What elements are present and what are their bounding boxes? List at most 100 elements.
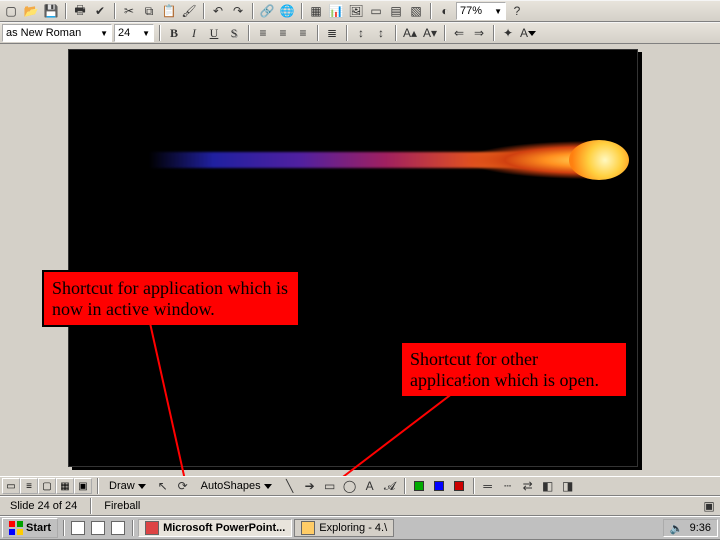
dropdown-arrow-icon: ▼: [494, 7, 502, 16]
drawing-toolbar: ▭ ≡ ▢ ▦ ▣ Draw ↖ ⟳ AutoShapes ╲ ➔ ▭ ◯ A …: [0, 476, 720, 496]
font-color-draw-button[interactable]: [450, 477, 468, 495]
decrease-paragraph-spacing-button[interactable]: ↕: [372, 24, 390, 42]
decrease-font-button[interactable]: A▾: [421, 24, 439, 42]
arrow-tool-button[interactable]: ➔: [301, 477, 319, 495]
slide-view-button[interactable]: ▢: [38, 478, 56, 494]
start-button[interactable]: Start: [2, 518, 58, 538]
increase-paragraph-spacing-button[interactable]: ↕: [352, 24, 370, 42]
dash-style-button[interactable]: ┄: [499, 477, 517, 495]
format-painter-button[interactable]: 🖌: [180, 2, 198, 20]
separator: [97, 478, 98, 494]
align-left-button[interactable]: ≡: [254, 24, 272, 42]
fill-color-button[interactable]: [410, 477, 428, 495]
separator: [430, 3, 431, 19]
align-center-button[interactable]: ≡: [274, 24, 292, 42]
separator: [248, 25, 249, 41]
comet-head: [569, 140, 629, 180]
dropdown-arrow-icon: ▼: [100, 29, 108, 38]
font-color-button[interactable]: A: [519, 24, 537, 42]
increase-font-button[interactable]: A▴: [401, 24, 419, 42]
quicklaunch-outlook-icon[interactable]: [89, 519, 107, 537]
separator: [252, 3, 253, 19]
normal-view-button[interactable]: ▭: [2, 478, 20, 494]
apply-design-button[interactable]: ▧: [407, 2, 425, 20]
status-icon[interactable]: ▣: [700, 497, 718, 515]
bw-view-button[interactable]: ◐: [436, 2, 454, 20]
quicklaunch-desktop-icon[interactable]: [109, 519, 127, 537]
taskbar-app-explorer[interactable]: Exploring - 4.\: [294, 519, 394, 537]
slideshow-view-button[interactable]: ▣: [74, 478, 92, 494]
help-button[interactable]: ?: [508, 2, 526, 20]
insert-chart-button[interactable]: 📊: [327, 2, 345, 20]
separator: [493, 25, 494, 41]
font-color-letter: A: [520, 26, 528, 40]
standard-toolbar: ▢ 📂 💾 🖶 ✔ ✂ ⧉ 📋 🖌 ↶ ↷ 🔗 🌐 ▦ 📊 🖼 ▭ ▤ ▧ ◐ …: [0, 0, 720, 22]
autoshapes-menu[interactable]: AutoShapes: [194, 477, 279, 495]
sorter-view-button[interactable]: ▦: [56, 478, 74, 494]
line-tool-button[interactable]: ╲: [281, 477, 299, 495]
copy-button[interactable]: ⧉: [140, 2, 158, 20]
open-button[interactable]: 📂: [22, 2, 40, 20]
powerpoint-icon: [145, 521, 159, 535]
taskbar-app-explorer-label: Exploring - 4.\: [319, 522, 387, 534]
slide-layout-button[interactable]: ▤: [387, 2, 405, 20]
text-shadow-button[interactable]: S: [225, 24, 243, 42]
bullets-button[interactable]: ≣: [323, 24, 341, 42]
font-color-icon: [454, 481, 464, 491]
slide-canvas[interactable]: [68, 49, 638, 467]
font-name-value: as New Roman: [6, 27, 81, 39]
separator: [132, 520, 133, 536]
line-style-button[interactable]: ═: [479, 477, 497, 495]
separator: [473, 478, 474, 494]
textbox-tool-button[interactable]: A: [361, 477, 379, 495]
insert-hyperlink-button[interactable]: 🔗: [258, 2, 276, 20]
dropdown-arrow-icon: [264, 484, 272, 489]
taskbar-app-powerpoint[interactable]: Microsoft PowerPoint...: [138, 519, 292, 537]
callout-other-app[interactable]: Shortcut for other application which is …: [400, 341, 628, 398]
shadow-button[interactable]: ◧: [539, 477, 557, 495]
status-bar: Slide 24 of 24 Fireball ▣: [0, 496, 720, 516]
italic-button[interactable]: I: [185, 24, 203, 42]
line-color-icon: [434, 481, 444, 491]
tray-volume-icon[interactable]: 🔈: [670, 522, 684, 535]
zoom-combo[interactable]: 77% ▼: [456, 2, 506, 20]
separator: [395, 25, 396, 41]
font-size-combo[interactable]: 24 ▼: [114, 24, 154, 42]
select-objects-button[interactable]: ↖: [154, 477, 172, 495]
new-slide-button[interactable]: ▭: [367, 2, 385, 20]
redo-button[interactable]: ↷: [229, 2, 247, 20]
print-button[interactable]: 🖶: [71, 2, 89, 20]
line-color-button[interactable]: [430, 477, 448, 495]
insert-table-button[interactable]: ▦: [307, 2, 325, 20]
align-right-button[interactable]: ≡: [294, 24, 312, 42]
web-toolbar-button[interactable]: 🌐: [278, 2, 296, 20]
rotate-button[interactable]: ⟳: [174, 477, 192, 495]
draw-menu[interactable]: Draw: [103, 477, 152, 495]
promote-button[interactable]: ⇐: [450, 24, 468, 42]
underline-button[interactable]: U: [205, 24, 223, 42]
dropdown-arrow-icon: [528, 31, 536, 36]
arrow-style-button[interactable]: ⇄: [519, 477, 537, 495]
save-button[interactable]: 💾: [42, 2, 60, 20]
demote-button[interactable]: ⇒: [470, 24, 488, 42]
3d-button[interactable]: ◨: [559, 477, 577, 495]
separator: [65, 3, 66, 19]
cut-button[interactable]: ✂: [120, 2, 138, 20]
callout-active-app[interactable]: Shortcut for application which is now in…: [42, 270, 300, 327]
bold-button[interactable]: B: [165, 24, 183, 42]
quicklaunch-ie-icon[interactable]: [69, 519, 87, 537]
animation-effects-button[interactable]: ✦: [499, 24, 517, 42]
wordart-button[interactable]: 𝓐: [381, 477, 399, 495]
new-button[interactable]: ▢: [2, 2, 20, 20]
insert-clipart-button[interactable]: 🖼: [347, 2, 365, 20]
fill-color-icon: [414, 481, 424, 491]
separator: [114, 3, 115, 19]
spellcheck-button[interactable]: ✔: [91, 2, 109, 20]
outline-view-button[interactable]: ≡: [20, 478, 38, 494]
font-name-combo[interactable]: as New Roman ▼: [2, 24, 112, 42]
paste-button[interactable]: 📋: [160, 2, 178, 20]
system-tray[interactable]: 🔈 9:36: [663, 519, 718, 537]
undo-button[interactable]: ↶: [209, 2, 227, 20]
oval-tool-button[interactable]: ◯: [341, 477, 359, 495]
rectangle-tool-button[interactable]: ▭: [321, 477, 339, 495]
